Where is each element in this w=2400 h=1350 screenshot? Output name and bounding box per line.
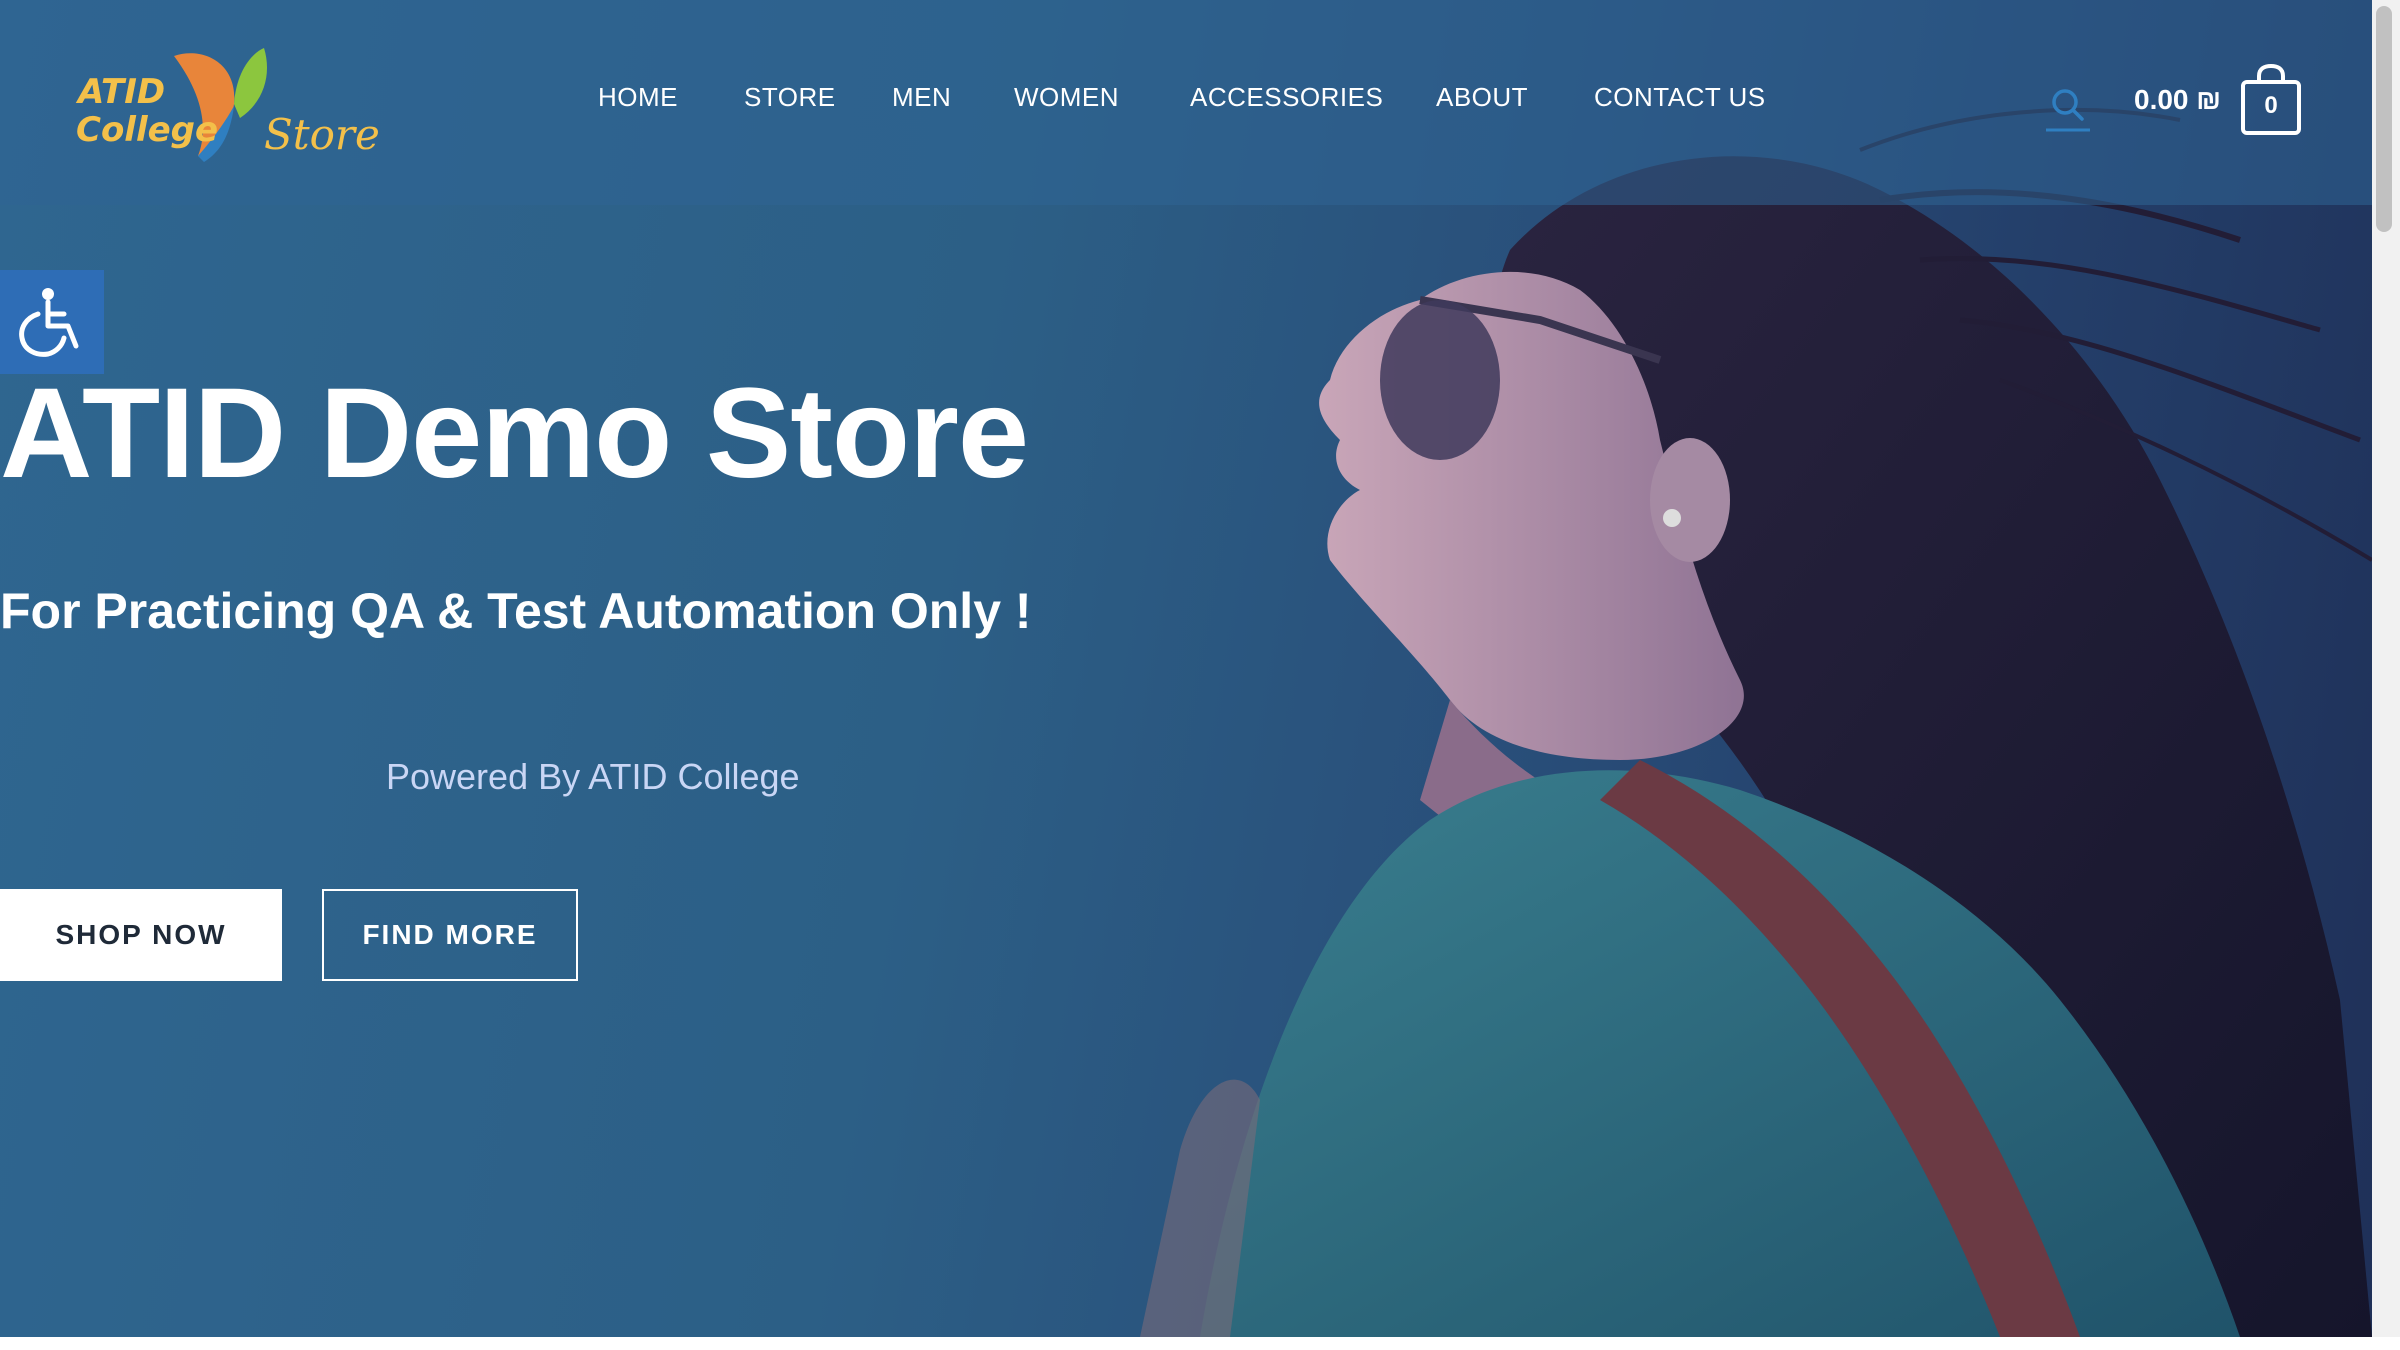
nav-item-accessories[interactable]: ACCESSORIES bbox=[1190, 82, 1383, 113]
find-more-button[interactable]: FIND MORE bbox=[322, 889, 578, 981]
powered-by-text: Powered By ATID College bbox=[386, 756, 800, 797]
cart-total[interactable]: 0.00 ₪ bbox=[2134, 84, 2221, 116]
shop-now-button[interactable]: SHOP NOW bbox=[0, 889, 282, 981]
search-icon[interactable] bbox=[2044, 84, 2094, 134]
scrollbar-thumb[interactable] bbox=[2376, 6, 2392, 232]
wheelchair-icon bbox=[19, 288, 79, 357]
logo-text-store: Store bbox=[264, 110, 380, 159]
hero-title: ATID Demo Store bbox=[0, 362, 1029, 505]
nav-item-contact-us[interactable]: CONTACT US bbox=[1594, 82, 1766, 113]
logo-text-atid: ATID bbox=[78, 72, 166, 112]
logo-text-college: College bbox=[76, 110, 219, 150]
hero-section: ATID College Store HOME STORE MEN WOMEN … bbox=[0, 0, 2372, 1337]
nav-item-men[interactable]: MEN bbox=[892, 82, 951, 113]
page-bottom-edge bbox=[0, 1337, 2400, 1350]
site-logo[interactable]: ATID College Store bbox=[74, 44, 394, 164]
accessibility-button[interactable] bbox=[0, 270, 104, 374]
nav-item-store[interactable]: STORE bbox=[744, 82, 836, 113]
hero-subtitle: For Practicing QA & Test Automation Only… bbox=[0, 583, 1032, 639]
cart-count-badge: 0 bbox=[2264, 92, 2278, 119]
nav-item-about[interactable]: ABOUT bbox=[1436, 82, 1528, 113]
nav-item-home[interactable]: HOME bbox=[598, 82, 678, 113]
nav-item-women[interactable]: WOMEN bbox=[1014, 82, 1119, 113]
